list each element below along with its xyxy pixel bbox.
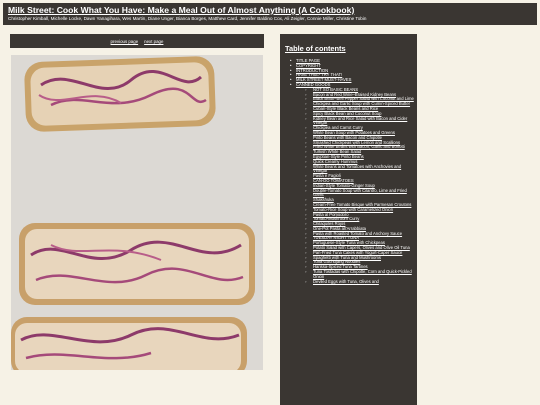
table-of-contents: Table of contents TITLE PAGECOPYRIGHTINT… (280, 34, 417, 405)
toc-link[interactable]: Kidney Bean and Rice Salad with Bacon an… (313, 116, 407, 126)
toast-slice (19, 223, 255, 305)
recipe-photo-illustration (11, 55, 263, 370)
toc-link[interactable]: White Beans and Tomatoes with Anchovies … (313, 164, 401, 174)
next-page-link[interactable]: next page (144, 39, 163, 44)
toc-link[interactable]: Tuna Tostadas with Chipotle, Corn and Qu… (313, 269, 412, 279)
book-authors: Christopher Kimball, Michelle Locke, Daw… (8, 16, 367, 21)
previous-page-link[interactable]: previous page (111, 39, 139, 44)
book-title-link[interactable]: Milk Street: Cook What You Have: Make a … (8, 5, 354, 15)
page-navigation: previous page next page (10, 34, 264, 48)
toc-item: Deviled Eggs with Tuna, Olives and (289, 279, 414, 285)
toc-item: White Beans and Tomatoes with Anchovies … (289, 164, 414, 175)
toast-slice (11, 317, 247, 370)
recipe-photo (11, 55, 263, 370)
book-header: Milk Street: Cook What You Have: Make a … (3, 3, 537, 25)
toc-list: TITLE PAGECOPYRIGHTINTRODUCTIONHAVE THIS… (289, 58, 414, 285)
toc-link[interactable]: Double-Tomato Soup with Cilantro, Lime a… (313, 188, 407, 198)
toast-slice (24, 56, 216, 132)
toc-link[interactable]: Deviled Eggs with Tuna, Olives and (313, 279, 379, 284)
toc-item: Double-Tomato Soup with Cilantro, Lime a… (289, 188, 414, 199)
toc-heading: Table of contents (285, 44, 346, 53)
